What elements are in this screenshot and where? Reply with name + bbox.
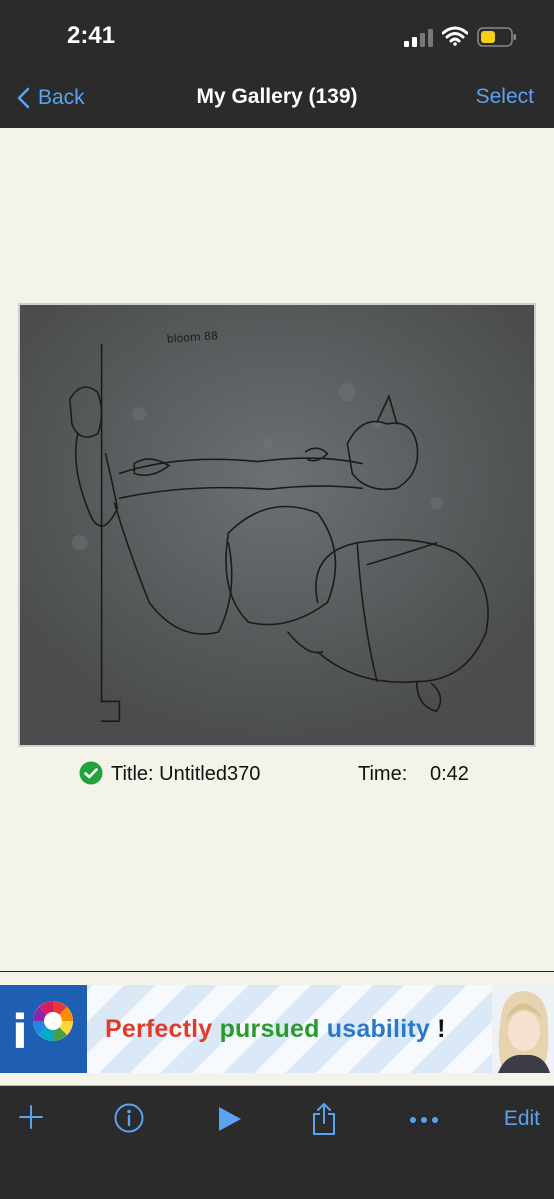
ad-word-1: Perfectly — [105, 1015, 213, 1043]
more-button[interactable] — [409, 1116, 439, 1124]
bottom-toolbar: Edit — [0, 1086, 554, 1199]
artwork-info-row: Title: Untitled370 Time: 0:42 — [0, 760, 554, 790]
color-wheel-icon — [33, 1001, 73, 1041]
select-button[interactable]: Select — [476, 85, 534, 109]
ad-word-3: usability — [326, 1015, 430, 1043]
ad-banner[interactable]: i Perfectly pursued usability ! — [0, 985, 554, 1073]
play-button[interactable] — [217, 1106, 243, 1132]
artwork-title: Title: Untitled370 — [111, 763, 261, 785]
cellular-signal-icon — [404, 29, 433, 47]
plus-icon — [19, 1105, 43, 1129]
info-button[interactable] — [114, 1103, 144, 1133]
top-bar: 2:41 Back My Gallery (139) Select — [0, 0, 554, 128]
artwork-image[interactable]: bloom 88 — [18, 303, 536, 747]
status-time: 2:41 — [67, 22, 116, 49]
ad-headline: Perfectly pursued usability ! — [105, 1015, 446, 1044]
play-icon — [219, 1107, 241, 1131]
page-title: My Gallery (139) — [196, 85, 358, 108]
ad-word-2: pursued — [219, 1015, 320, 1043]
share-icon — [313, 1103, 335, 1135]
ad-character-illustration — [492, 985, 554, 1073]
time-value: 0:42 — [430, 763, 469, 785]
checkmark-circle-icon — [79, 761, 103, 785]
ibispaint-logo: i — [0, 985, 87, 1073]
artwork-drawing: bloom 88 — [20, 305, 534, 745]
edit-button[interactable]: Edit — [504, 1107, 540, 1131]
divider — [0, 971, 554, 972]
more-icon — [410, 1117, 438, 1123]
add-button[interactable] — [18, 1104, 44, 1130]
wifi-icon — [442, 26, 468, 46]
ad-word-4: ! — [437, 1015, 446, 1043]
time-label: Time: — [358, 763, 408, 785]
share-button[interactable] — [311, 1102, 337, 1136]
info-icon — [114, 1103, 144, 1133]
battery-icon — [477, 27, 516, 47]
